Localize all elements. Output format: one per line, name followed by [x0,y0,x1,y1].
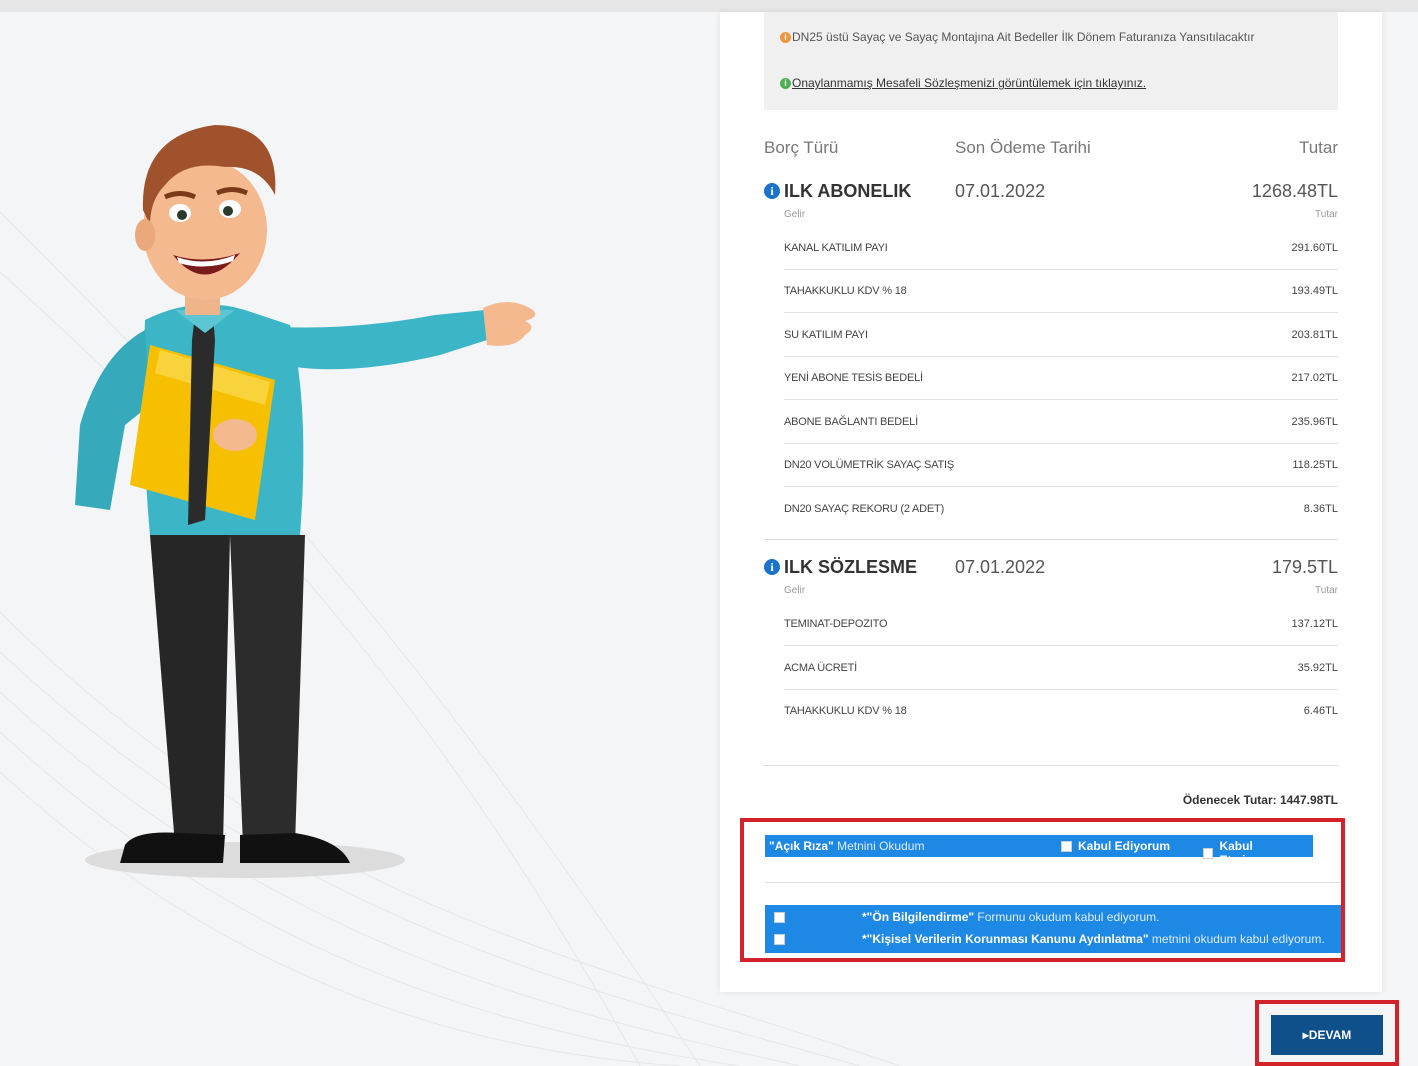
item-amount: 118.25TL [1292,459,1338,471]
item-amount: 217.02TL [1291,372,1338,384]
item-label: DN20 VOLÜMETRİK SAYAÇ SATIŞ [784,459,955,471]
item-amount: 35.92TL [1297,662,1338,674]
list-item: TAHAKKUKLU KDV % 18 193.49TL [784,269,1338,313]
item-label: TEMINAT-DEPOZITO [784,618,888,630]
group-header[interactable]: i ILK SÖZLESME 07.01.2022 179.5TL [764,557,1338,581]
total-amount: Ödenecek Tutar: 1447.98TL [1182,793,1338,807]
item-label: DN20 SAYAÇ REKORU (2 ADET) [784,503,945,515]
open-consent-rest: Metnini Okudum [833,839,925,853]
agreements-bar: *"Ön Bilgilendirme" Formunu okudum kabul… [765,905,1341,953]
info-icon: i [780,77,791,89]
group-amount: 1268.48TL [1251,181,1338,201]
kvkk-rest: metnini okudum kabul ediyorum. [1148,932,1325,946]
kvkk-checkbox[interactable] [774,934,785,945]
group-name: ILK ABONELIK [784,181,912,201]
subheader-income: Gelir [784,209,806,220]
pre-info-text[interactable]: *"Ön Bilgilendirme" Formunu okudum kabul… [862,910,1159,924]
item-label: TAHAKKUKLU KDV % 18 [784,285,907,297]
notice-line-contract[interactable]: i Onaylanmamış Mesafeli Sözleşmenizi gör… [780,76,1146,90]
pre-info-checkbox[interactable] [774,912,785,923]
item-amount: 235.96TL [1291,416,1338,428]
info-icon[interactable]: i [764,559,780,575]
header-debt-type: Borç Türü [764,138,839,157]
kvkk-text[interactable]: *"Kişisel Verilerin Korunması Kanunu Ayd… [862,932,1325,946]
item-amount: 193.49TL [1291,285,1338,297]
notice-box: i DN25 üstü Sayaç ve Sayaç Montajına Ait… [764,12,1338,110]
subheader-amount: Tutar [1315,209,1338,220]
info-icon: i [780,31,791,43]
item-label: KANAL KATILIM PAYI [784,242,888,254]
open-consent-text[interactable]: "Açık Rıza" Metnini Okudum [769,839,924,853]
reject-option[interactable]: Kabul Etmiyorum [1203,839,1313,867]
group-name: ILK SÖZLESME [784,557,918,577]
item-label: TAHAKKUKLU KDV % 18 [784,705,907,717]
reject-label: Kabul Etmiyorum [1219,839,1283,867]
list-item: DN20 SAYAÇ REKORU (2 ADET) 8.36TL [784,487,1338,530]
list-item: ACMA ÜCRETİ 35.92TL [784,646,1338,690]
accept-checkbox[interactable] [1061,840,1072,852]
presenter-illustration [75,125,536,878]
header-amount: Tutar [1298,138,1338,157]
contract-link[interactable]: Onaylanmamış Mesafeli Sözleşmenizi görün… [792,76,1146,90]
item-label: SU KATILIM PAYI [784,329,868,341]
list-item: SU KATILIM PAYI 203.81TL [784,313,1338,357]
item-amount: 291.60TL [1291,242,1338,254]
pre-info-rest: Formunu okudum kabul ediyorum. [974,910,1160,924]
top-bar [0,0,1418,12]
group-date: 07.01.2022 [955,181,1046,201]
table-header: Borç Türü Son Ödeme Tarihi Tutar [764,138,1338,162]
subheader-income: Gelir [784,585,806,596]
item-amount: 203.81TL [1291,329,1338,341]
item-label: ABONE BAĞLANTI BEDELİ [784,416,918,428]
item-label: ACMA ÜCRETİ [784,662,857,674]
open-consent-bar: "Açık Rıza" Metnini Okudum Kabul Ediyoru… [765,835,1313,867]
item-amount: 6.46TL [1303,705,1338,717]
group-amount: 179.5TL [1271,557,1338,577]
header-due-date: Son Ödeme Tarihi [955,138,1091,157]
list-item: TEMINAT-DEPOZITO 137.12TL [784,602,1338,646]
consent-section: "Açık Rıza" Metnini Okudum Kabul Ediyoru… [740,818,1345,962]
open-consent-title[interactable]: "Açık Rıza" [769,839,834,853]
accept-option[interactable]: Kabul Ediyorum [1061,839,1170,853]
pre-info-title[interactable]: *"Ön Bilgilendirme" [862,910,974,924]
list-item: KANAL KATILIM PAYI 291.60TL [784,226,1338,270]
subheader-amount: Tutar [1315,585,1338,596]
reject-checkbox[interactable] [1203,847,1214,859]
divider [765,882,1341,883]
kvkk-row[interactable]: *"Kişisel Verilerin Korunması Kanunu Ayd… [765,929,1341,951]
divider [764,765,1338,766]
item-label: YENİ ABONE TESİS BEDELİ [784,372,923,384]
list-item: YENİ ABONE TESİS BEDELİ 217.02TL [784,356,1338,400]
item-amount: 8.36TL [1303,503,1338,515]
group-header[interactable]: i ILK ABONELIK 07.01.2022 1268.48TL [764,181,1338,205]
notice-text: DN25 üstü Sayaç ve Sayaç Montajına Ait B… [792,30,1255,44]
list-item: ABONE BAĞLANTI BEDELİ 235.96TL [784,400,1338,444]
continue-highlight: ▸DEVAM [1255,1000,1399,1066]
item-amount: 137.12TL [1291,618,1338,630]
list-item: DN20 VOLÜMETRİK SAYAÇ SATIŞ 118.25TL [784,443,1338,487]
notice-line-meter: i DN25 üstü Sayaç ve Sayaç Montajına Ait… [780,30,1254,44]
pre-info-row[interactable]: *"Ön Bilgilendirme" Formunu okudum kabul… [765,907,1341,929]
info-icon[interactable]: i [764,183,780,199]
group-date: 07.01.2022 [955,557,1046,577]
accept-label: Kabul Ediyorum [1078,839,1171,853]
list-item: TAHAKKUKLU KDV % 18 6.46TL [784,689,1338,732]
kvkk-title[interactable]: *"Kişisel Verilerin Korunması Kanunu Ayd… [862,932,1149,946]
continue-button[interactable]: ▸DEVAM [1271,1015,1383,1055]
divider [764,539,1338,540]
